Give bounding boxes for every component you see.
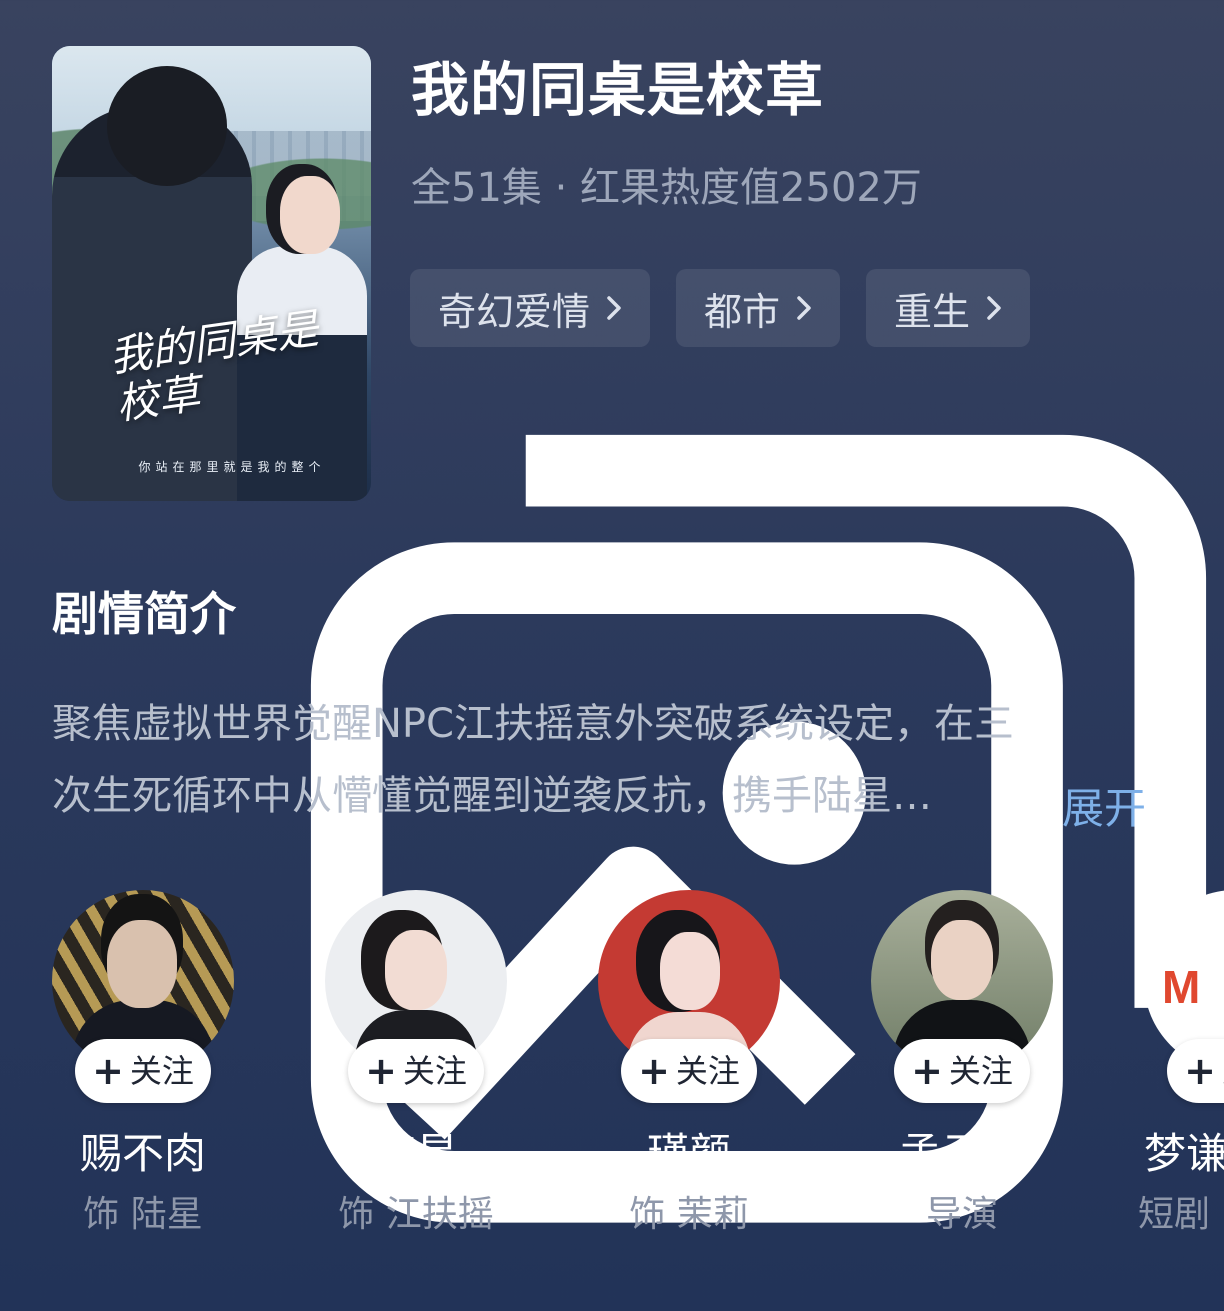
plus-icon: + <box>92 1049 124 1093</box>
expand-synopsis-button[interactable]: 展开 <box>1062 781 1146 837</box>
follow-label: 关注 <box>402 1052 467 1090</box>
follow-button[interactable]: + 关注 <box>621 1039 757 1103</box>
cast-role: 饰 江扶摇 <box>338 1194 494 1235</box>
plus-icon: + <box>638 1049 670 1093</box>
plus-icon: + <box>911 1049 943 1093</box>
cast-role: 导演 <box>925 1194 998 1235</box>
tag-rebirth[interactable]: 重生 <box>866 269 1031 347</box>
chevron-right-icon <box>797 296 811 320</box>
synopsis-line-2: 次生死循环中从懵懂觉醒到逆袭反抗，携手陆星… <box>52 773 932 819</box>
synopsis-line-1: 聚焦虚拟世界觉醒NPC江扶摇意外突破系统设定，在三 <box>52 701 1014 747</box>
cast-role: 饰 陆星 <box>83 1194 203 1235</box>
synopsis-heading: 剧情简介 <box>52 587 236 641</box>
tag-label: 都市 <box>704 289 781 334</box>
cast-name: 梦谦 <box>1144 1129 1224 1178</box>
cast-name: 瑾颜 <box>646 1129 731 1178</box>
genre-tags: 奇幻爱情 都市 重生 <box>410 269 1031 347</box>
cast-name: 赐不肉 <box>79 1129 206 1178</box>
cast-member[interactable]: M + 关注 梦谦 短剧 <box>1138 890 1224 1250</box>
poster-girl-face <box>280 176 340 254</box>
cast-member[interactable]: + 关注 海星 饰 江扶摇 <box>325 890 507 1250</box>
follow-button[interactable]: + 关注 <box>894 1039 1030 1103</box>
cast-name: 孟子浩 <box>898 1129 1025 1178</box>
poster-boy-head <box>107 66 227 186</box>
tag-urban[interactable]: 都市 <box>676 269 841 347</box>
cast-role: 短剧 <box>1138 1194 1211 1235</box>
tag-label: 重生 <box>894 289 971 334</box>
cast-scroll-area[interactable]: + 关注 赐不肉 饰 陆星 + 关注 海星 饰 江扶摇 + 关注 瑾颜 饰 茉莉 <box>52 890 1224 1260</box>
cast-list: + 关注 赐不肉 饰 陆星 + 关注 海星 饰 江扶摇 + 关注 瑾颜 饰 茉莉 <box>52 890 1224 1260</box>
follow-button[interactable]: + 关注 <box>1167 1039 1224 1103</box>
synopsis-text: 聚焦虚拟世界觉醒NPC江扶摇意外突破系统设定，在三 次生死循环中从懵懂觉醒到逆袭… <box>52 688 1152 832</box>
cast-member[interactable]: + 关注 赐不肉 饰 陆星 <box>52 890 234 1250</box>
follow-button[interactable]: + 关注 <box>348 1039 484 1103</box>
studio-logo-icon: M <box>1162 961 1200 1013</box>
follow-button[interactable]: + 关注 <box>75 1039 211 1103</box>
cast-role: 饰 茉莉 <box>629 1194 749 1235</box>
drama-meta: 全51集 · 红果热度值2502万 <box>411 165 922 211</box>
follow-label: 关注 <box>129 1052 194 1090</box>
plus-icon: + <box>1184 1049 1216 1093</box>
plus-icon: + <box>365 1049 397 1093</box>
follow-label: 关注 <box>948 1052 1013 1090</box>
follow-label: 关注 <box>675 1052 740 1090</box>
tag-label: 奇幻爱情 <box>438 289 591 334</box>
cast-member[interactable]: + 关注 孟子浩 导演 <box>871 890 1053 1250</box>
tag-fantasy-romance[interactable]: 奇幻爱情 <box>410 269 651 347</box>
cast-member[interactable]: + 关注 瑾颜 饰 茉莉 <box>598 890 780 1250</box>
chevron-right-icon <box>607 296 621 320</box>
chevron-right-icon <box>987 296 1001 320</box>
cast-name: 海星 <box>373 1129 458 1178</box>
drama-title: 我的同桌是校草 <box>411 56 825 124</box>
